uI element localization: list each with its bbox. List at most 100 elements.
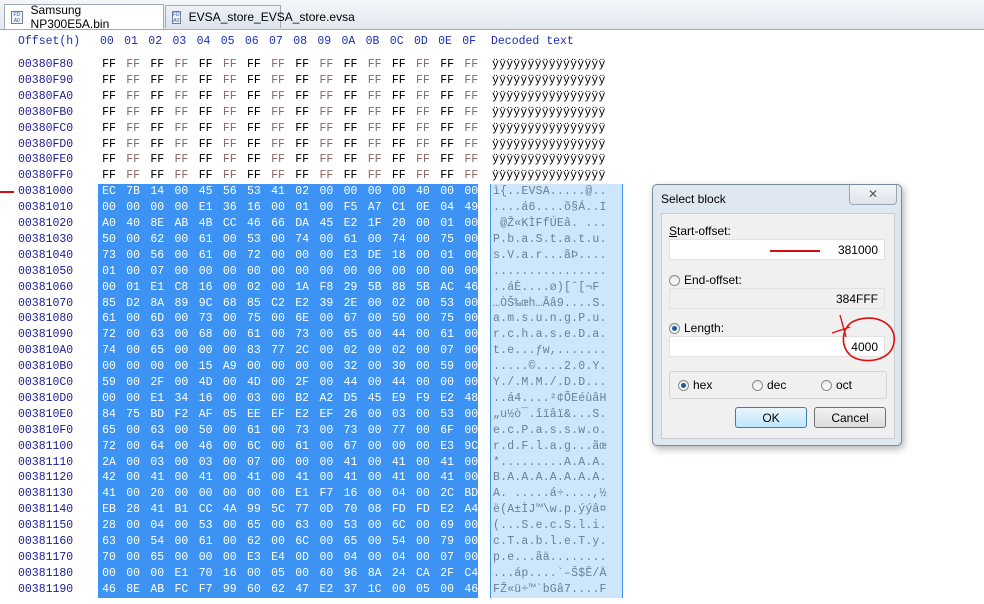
row-decoded-text[interactable]: ÿÿÿÿÿÿÿÿÿÿÿÿÿÿÿÿ bbox=[490, 121, 621, 137]
hex-byte[interactable]: 63 bbox=[291, 518, 313, 534]
hex-byte[interactable]: 34 bbox=[170, 391, 192, 407]
hex-byte[interactable]: FF bbox=[146, 89, 168, 105]
hex-byte[interactable]: 00 bbox=[412, 470, 434, 486]
hex-byte[interactable]: 00 bbox=[170, 518, 192, 534]
hex-byte[interactable]: 2E bbox=[340, 296, 362, 312]
hex-byte[interactable]: FF bbox=[412, 121, 434, 137]
hex-byte[interactable]: 9C bbox=[460, 439, 482, 455]
hex-byte[interactable]: B2 bbox=[291, 391, 313, 407]
hex-byte[interactable]: 00 bbox=[219, 327, 241, 343]
hex-byte[interactable]: 00 bbox=[436, 375, 458, 391]
hex-byte[interactable]: 00 bbox=[219, 375, 241, 391]
hex-byte[interactable]: 16 bbox=[195, 280, 217, 296]
hex-byte[interactable]: 00 bbox=[315, 232, 337, 248]
hex-byte[interactable]: 00 bbox=[170, 375, 192, 391]
hex-byte[interactable]: FF bbox=[436, 121, 458, 137]
hex-byte[interactable]: 61 bbox=[98, 311, 120, 327]
hex-byte[interactable]: 4A bbox=[219, 502, 241, 518]
hex-byte[interactable]: 04 bbox=[388, 486, 410, 502]
hex-byte[interactable]: 00 bbox=[267, 439, 289, 455]
hex-byte[interactable]: AB bbox=[170, 216, 192, 232]
hex-byte[interactable]: 46 bbox=[98, 582, 120, 598]
hex-byte[interactable]: 9C bbox=[195, 296, 217, 312]
hex-byte[interactable]: A2 bbox=[315, 391, 337, 407]
hex-byte[interactable]: 00 bbox=[291, 359, 313, 375]
hex-byte[interactable]: FF bbox=[412, 137, 434, 153]
hex-row[interactable]: 003810D0 00 00 E1 34 16 00 03 00 B2 A2 D5 45 E9 F9 E2 48… bbox=[0, 390, 630, 407]
hex-byte[interactable]: 00 bbox=[122, 232, 144, 248]
row-hex-bytes[interactable]: 41 00 20 00 00 00 00 00 E1 F7 16 00 04 00 2C BD bbox=[98, 486, 478, 503]
hex-byte[interactable]: 00 bbox=[412, 407, 434, 423]
hex-byte[interactable]: FF bbox=[98, 73, 120, 89]
hex-byte[interactable]: FF bbox=[340, 57, 362, 73]
hex-row[interactable]: 00381090 72 00 63 00 68 00 61 00 73 00 65 00 44 00 61 00… bbox=[0, 327, 630, 344]
hex-byte[interactable]: CA bbox=[412, 566, 434, 582]
hex-byte[interactable]: 2C bbox=[291, 343, 313, 359]
hex-byte[interactable]: E3 bbox=[436, 439, 458, 455]
hex-byte[interactable]: 6E bbox=[291, 311, 313, 327]
row-hex-bytes[interactable]: 00 00 E1 34 16 00 03 00 B2 A2 D5 45 E9 F9 E2 48 bbox=[98, 390, 478, 407]
hex-byte[interactable]: 00 bbox=[219, 534, 241, 550]
hex-byte[interactable]: E1 bbox=[170, 566, 192, 582]
hex-byte[interactable]: FF bbox=[219, 168, 241, 184]
hex-byte[interactable]: 00 bbox=[219, 343, 241, 359]
hex-byte[interactable]: 99 bbox=[219, 582, 241, 598]
hex-byte[interactable]: FF bbox=[219, 152, 241, 168]
hex-byte[interactable]: 00 bbox=[122, 470, 144, 486]
hex-byte[interactable]: 00 bbox=[364, 455, 386, 471]
hex-byte[interactable]: A4 bbox=[460, 502, 482, 518]
hex-byte[interactable]: 00 bbox=[122, 311, 144, 327]
hex-byte[interactable]: FF bbox=[291, 89, 313, 105]
hex-byte[interactable]: AF bbox=[195, 407, 217, 423]
row-decoded-text[interactable]: ÿÿÿÿÿÿÿÿÿÿÿÿÿÿÿÿ bbox=[490, 57, 621, 73]
tab-evsa-store[interactable]: FD A0 EVSA_store_EVSA_store.evsa bbox=[165, 5, 355, 28]
hex-byte[interactable]: 05 bbox=[267, 566, 289, 582]
hex-byte[interactable]: 16 bbox=[340, 486, 362, 502]
hex-byte[interactable]: 70 bbox=[98, 550, 120, 566]
hex-byte[interactable]: D2 bbox=[122, 296, 144, 312]
hex-byte[interactable]: E3 bbox=[243, 550, 265, 566]
hex-byte[interactable]: 24 bbox=[388, 566, 410, 582]
hex-byte[interactable]: 00 bbox=[388, 264, 410, 280]
hex-byte[interactable]: FF bbox=[146, 105, 168, 121]
hex-byte[interactable]: C8 bbox=[170, 280, 192, 296]
hex-byte[interactable]: FF bbox=[243, 137, 265, 153]
hex-byte[interactable]: 00 bbox=[170, 248, 192, 264]
hex-byte[interactable]: DA bbox=[291, 216, 313, 232]
hex-byte[interactable]: 00 bbox=[267, 518, 289, 534]
hex-byte[interactable]: 00 bbox=[98, 359, 120, 375]
hex-byte[interactable]: FF bbox=[364, 121, 386, 137]
hex-row[interactable]: 00380FB0 FF FF FF FF FF FF FF FF FF FF FF FF FF FF FF FF… bbox=[0, 105, 630, 121]
row-decoded-text[interactable]: p.e...ãä........ bbox=[490, 549, 623, 566]
hex-byte[interactable]: 79 bbox=[436, 534, 458, 550]
row-decoded-text[interactable]: (...S.e.c.S.l.i. bbox=[490, 518, 623, 535]
hex-byte[interactable]: 00 bbox=[170, 534, 192, 550]
hex-byte[interactable]: FF bbox=[315, 168, 337, 184]
hex-byte[interactable]: F5 bbox=[340, 200, 362, 216]
hex-byte[interactable]: 00 bbox=[364, 470, 386, 486]
hex-byte[interactable]: 08 bbox=[364, 502, 386, 518]
hex-byte[interactable]: FF bbox=[219, 105, 241, 121]
hex-byte[interactable]: 01 bbox=[436, 248, 458, 264]
hex-byte[interactable]: 00 bbox=[170, 232, 192, 248]
hex-byte[interactable]: FF bbox=[388, 57, 410, 73]
hex-byte[interactable]: 1A bbox=[291, 280, 313, 296]
hex-byte[interactable]: FF bbox=[315, 137, 337, 153]
row-decoded-text[interactable]: ................ bbox=[490, 263, 623, 280]
hex-byte[interactable]: 69 bbox=[436, 518, 458, 534]
hex-byte[interactable]: 64 bbox=[146, 439, 168, 455]
row-hex-bytes[interactable]: 85 D2 8A 89 9C 68 85 C2 E2 39 2E 00 02 00 53 00 bbox=[98, 295, 478, 312]
hex-byte[interactable]: 62 bbox=[267, 582, 289, 598]
hex-byte[interactable]: 8E bbox=[122, 582, 144, 598]
hex-row[interactable]: 00381080 61 00 6D 00 73 00 75 00 6E 00 67 00 50 00 75 00… bbox=[0, 311, 630, 328]
hex-byte[interactable]: 00 bbox=[315, 439, 337, 455]
hex-byte[interactable]: 74 bbox=[388, 232, 410, 248]
hex-byte[interactable]: 00 bbox=[122, 486, 144, 502]
hex-byte[interactable]: 00 bbox=[412, 375, 434, 391]
hex-byte[interactable]: 00 bbox=[315, 248, 337, 264]
hex-byte[interactable]: 44 bbox=[388, 375, 410, 391]
hex-byte[interactable]: 00 bbox=[412, 486, 434, 502]
hex-byte[interactable]: FF bbox=[436, 152, 458, 168]
hex-byte[interactable]: FF bbox=[315, 73, 337, 89]
hex-byte[interactable]: FF bbox=[195, 57, 217, 73]
